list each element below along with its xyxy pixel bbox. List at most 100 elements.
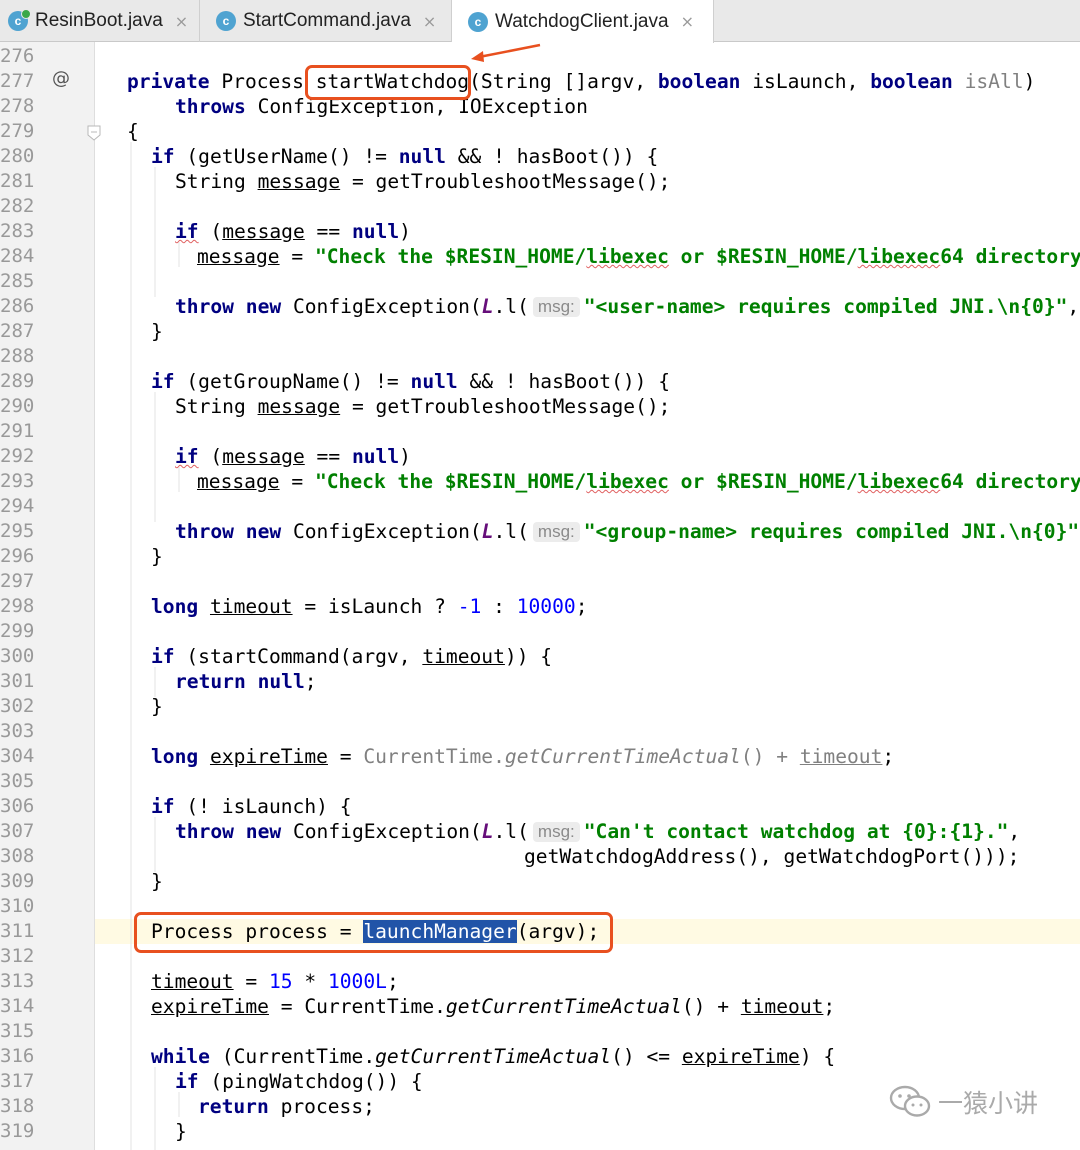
- code-token: message: [257, 395, 341, 418]
- code-token: String: [175, 395, 258, 418]
- code-token: getWatchdogAddress(), getWatchdogPort())…: [524, 845, 1020, 868]
- code-token: ) {: [799, 1045, 836, 1068]
- code-line[interactable]: 313 timeout = 15 * 1000L;: [0, 969, 1080, 994]
- code-line[interactable]: 298 long timeout = isLaunch ? -1 : 10000;: [0, 594, 1080, 619]
- code-text: getWatchdogAddress(), getWatchdogPort())…: [524, 844, 1019, 869]
- code-token: message: [257, 170, 341, 193]
- fold-icon[interactable]: [87, 125, 101, 141]
- code-line[interactable]: 279 {: [0, 119, 1080, 144]
- line-number: 293: [0, 470, 35, 492]
- code-line[interactable]: 306 if (! isLaunch) {: [0, 794, 1080, 819]
- code-line[interactable]: 302}: [0, 694, 1080, 719]
- code-token: ;: [823, 995, 836, 1018]
- code-line[interactable]: 303: [0, 719, 1080, 744]
- code-line[interactable]: 301 return null;: [0, 669, 1080, 694]
- file-tab[interactable]: c WatchdogClient.java ×: [452, 0, 714, 43]
- code-line[interactable]: 278 throws ConfigException, IOException: [0, 94, 1080, 119]
- code-line[interactable]: 290 String message = getTroubleshootMessa…: [0, 394, 1080, 419]
- code-line[interactable]: 316 while (CurrentTime.getCurrentTimeActu…: [0, 1044, 1080, 1069]
- line-number: 295: [0, 520, 35, 542]
- code-line[interactable]: 297: [0, 569, 1080, 594]
- code-line[interactable]: 283 if (message == null): [0, 219, 1080, 244]
- code-token: =: [279, 470, 315, 493]
- code-line[interactable]: 288: [0, 344, 1080, 369]
- code-line[interactable]: 314 expireTime = CurrentTime.getCurrentTi…: [0, 994, 1080, 1019]
- code-token: {: [127, 120, 139, 143]
- code-text: if (message == null): [175, 444, 411, 469]
- code-token: () <=: [611, 1045, 682, 1068]
- code-token: ;: [882, 745, 895, 768]
- close-icon[interactable]: ×: [681, 12, 694, 31]
- code-line[interactable]: 285: [0, 269, 1080, 294]
- code-token: )) {: [504, 645, 553, 668]
- line-number: 314: [0, 995, 35, 1017]
- code-line[interactable]: 294: [0, 494, 1080, 519]
- code-line[interactable]: 315: [0, 1019, 1080, 1044]
- code-line[interactable]: 296}: [0, 544, 1080, 569]
- code-token: (startCommand(argv,: [174, 645, 423, 668]
- line-number: 311: [0, 920, 35, 942]
- code-line[interactable]: 300 if (startCommand(argv, timeout)) {: [0, 644, 1080, 669]
- code-text: while (CurrentTime.getCurrentTimeActual(…: [151, 1044, 835, 1069]
- line-number: 302: [0, 695, 35, 717]
- keyword-token: throws: [175, 95, 246, 118]
- code-text: if (! isLaunch) {: [151, 794, 352, 819]
- line-number: 316: [0, 1045, 35, 1067]
- code-line[interactable]: 277 private Process startWatchdog(String …: [0, 69, 1080, 94]
- file-tab-label: WatchdogClient.java: [495, 10, 669, 32]
- code-line[interactable]: 280 if (getUserName() != null && ! hasBoo…: [0, 144, 1080, 169]
- code-token: expireTime: [151, 995, 269, 1018]
- code-line[interactable]: 282: [0, 194, 1080, 219]
- code-token: timeout: [740, 995, 824, 1018]
- keyword-token: long: [151, 745, 199, 768]
- code-text: if (getGroupName() != null && ! hasBoot(…: [151, 369, 670, 394]
- code-line[interactable]: 307 throw new ConfigException(L.l(msg: "Ca…: [0, 819, 1080, 844]
- code-token: getCurrentTimeActual: [504, 745, 741, 768]
- line-number: 303: [0, 720, 35, 742]
- code-line[interactable]: 289 if (getGroupName() != null && ! hasBo…: [0, 369, 1080, 394]
- wechat-icon: [889, 1085, 931, 1117]
- code-token: }: [151, 320, 163, 343]
- at-annotation-icon: @: [52, 68, 70, 89]
- code-token: message: [197, 245, 280, 268]
- code-token: }: [175, 1120, 187, 1143]
- keyword-token: boolean: [870, 70, 953, 93]
- watermark: 一猿小讲: [888, 1084, 1038, 1120]
- code-line[interactable]: 281 String message = getTroubleshootMessa…: [0, 169, 1080, 194]
- close-icon[interactable]: ×: [423, 12, 436, 31]
- code-line[interactable]: 295 throw new ConfigException(L.l(msg: "<g…: [0, 519, 1080, 544]
- code-line[interactable]: 299: [0, 619, 1080, 644]
- line-number: 285: [0, 270, 35, 292]
- line-number: 310: [0, 895, 35, 917]
- code-token: }: [151, 870, 163, 893]
- line-number: 299: [0, 620, 35, 642]
- code-token: timeout: [799, 745, 883, 768]
- close-icon[interactable]: ×: [175, 12, 188, 31]
- code-line[interactable]: 291: [0, 419, 1080, 444]
- code-text: message = "Check the $RESIN_HOME/libexec…: [197, 244, 1080, 269]
- number-literal: 1000L: [327, 970, 387, 993]
- method-name-annotation-box: [305, 65, 471, 100]
- code-line[interactable]: 284 message = "Check the $RESIN_HOME/libe…: [0, 244, 1080, 269]
- code-token: (: [198, 445, 223, 468]
- code-line[interactable]: 292 if (message == null): [0, 444, 1080, 469]
- code-token: message: [197, 470, 280, 493]
- code-line[interactable]: 319}: [0, 1119, 1080, 1144]
- code-line[interactable]: 286 throw new ConfigException(L.l(msg: "<u…: [0, 294, 1080, 319]
- file-tab[interactable]: c ResinBoot.java ×: [0, 0, 200, 42]
- code-token: String: [175, 170, 258, 193]
- code-line[interactable]: 293 message = "Check the $RESIN_HOME/libe…: [0, 469, 1080, 494]
- code-line[interactable]: 304 long expireTime = CurrentTime.getCurr…: [0, 744, 1080, 769]
- code-line[interactable]: 305: [0, 769, 1080, 794]
- line-number: 307: [0, 820, 35, 842]
- code-token: = CurrentTime.: [268, 995, 446, 1018]
- java-class-icon: c: [216, 11, 236, 31]
- code-line[interactable]: 309}: [0, 869, 1080, 894]
- code-line[interactable]: 287}: [0, 319, 1080, 344]
- code-line[interactable]: 308 getWatchdogAddress(), getWatchdogPort…: [0, 844, 1080, 869]
- keyword-token: private: [127, 70, 210, 93]
- file-tab[interactable]: c StartCommand.java ×: [200, 0, 452, 42]
